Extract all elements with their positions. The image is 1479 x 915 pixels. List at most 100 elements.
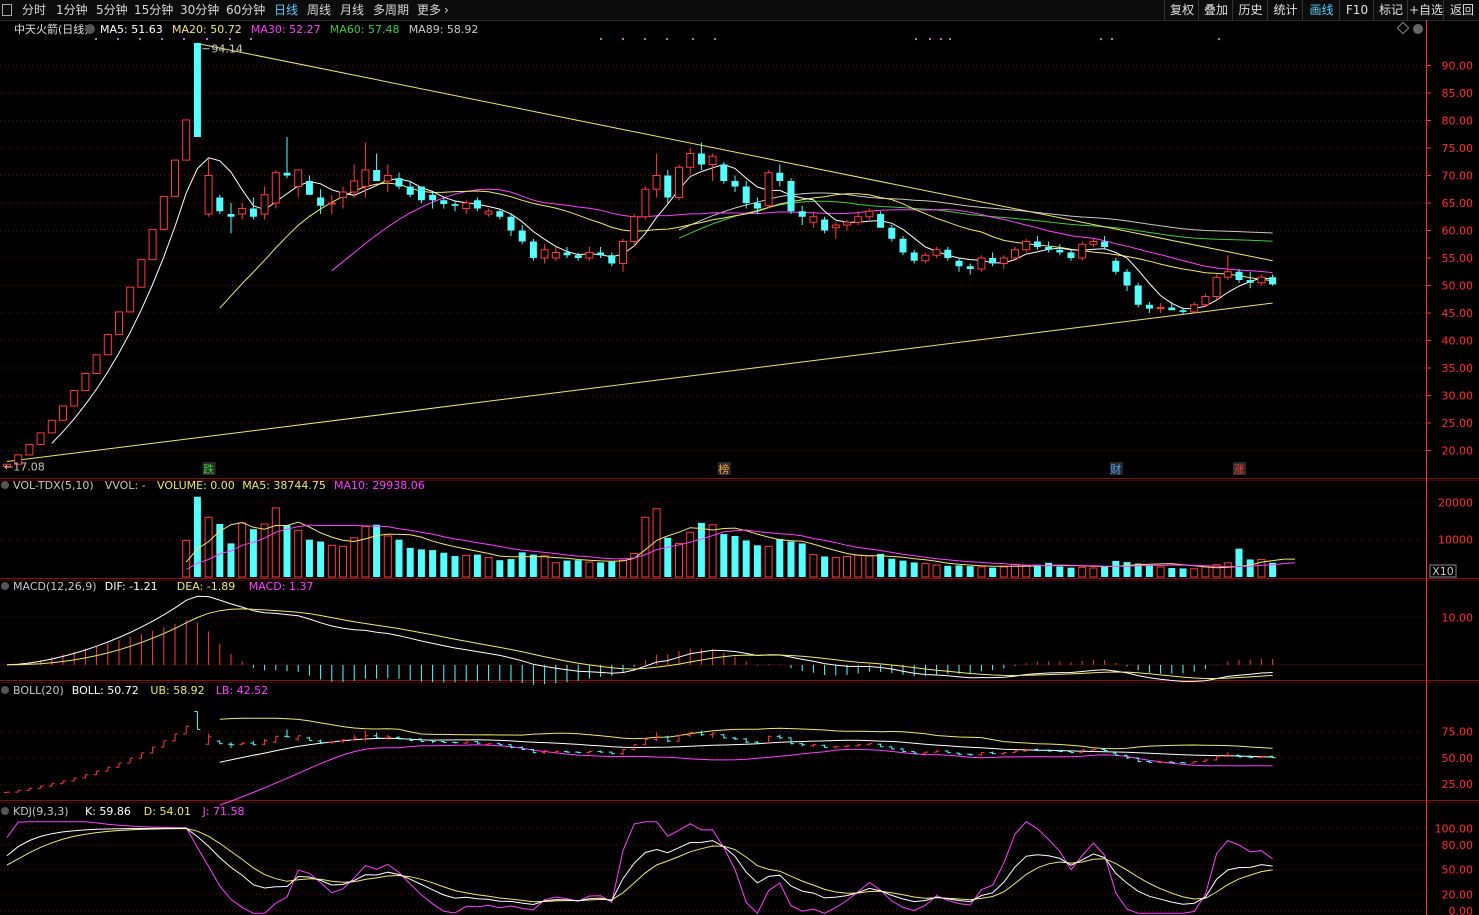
candle-body — [910, 252, 918, 261]
y-tick-label: 20.00 — [1442, 888, 1474, 901]
indicator-legend: VOLUME: 0.00 — [157, 479, 235, 492]
volume-bar — [496, 560, 504, 577]
candle-body — [193, 42, 201, 138]
candle-body — [25, 443, 34, 456]
dropdown-icon — [1, 582, 9, 590]
ma-legend: MA20: 50.72 — [172, 23, 242, 36]
volume-bar — [753, 545, 761, 577]
kdj-j-line — [6, 821, 1273, 915]
dropdown-icon — [85, 24, 95, 34]
volume-bar — [563, 560, 571, 577]
candle-body — [1045, 247, 1053, 250]
info-dot — [940, 38, 942, 40]
indicator-legend: VOL-TDX(5,10) — [13, 479, 94, 492]
volume-bar — [383, 535, 392, 578]
volume-bar — [798, 543, 806, 577]
candle-body — [440, 200, 448, 205]
candle-body — [1201, 296, 1210, 306]
candle-body — [686, 153, 695, 168]
candle-body — [1033, 241, 1041, 247]
volume-bar — [484, 557, 493, 578]
candle-body — [429, 194, 437, 201]
unit-label: X10 — [1432, 565, 1454, 578]
candle-body — [619, 241, 627, 264]
volume-bar — [429, 550, 437, 577]
candle-body — [317, 197, 325, 206]
candle-body — [148, 228, 157, 261]
indicator-legend: VVOL: - — [105, 479, 146, 492]
candle-body — [1078, 243, 1087, 259]
y-tick-label: 65.00 — [1442, 197, 1474, 210]
candle-body — [776, 172, 784, 181]
volume-bar — [1078, 566, 1087, 578]
volume-bar — [1123, 562, 1131, 577]
volume-bar — [1246, 559, 1254, 577]
volume-bar — [1033, 564, 1041, 577]
candle-body — [1067, 252, 1075, 258]
volume-bar — [708, 524, 717, 578]
volume-bar — [440, 552, 448, 577]
candle-body — [630, 216, 639, 242]
ma5-line — [51, 157, 1273, 444]
y-tick-label: 80.00 — [1442, 115, 1474, 128]
y-tick-label: 90.00 — [1442, 60, 1474, 73]
volume-bar — [831, 557, 840, 578]
candle-body — [406, 186, 414, 195]
indicator-legend: BOLL(20) — [13, 684, 64, 697]
volume-bar — [216, 523, 224, 577]
candle-body — [966, 266, 974, 269]
candle-body — [227, 214, 235, 217]
volume-bar — [406, 547, 414, 577]
event-marker: 财 — [1110, 462, 1121, 476]
volume-bar — [1201, 566, 1210, 578]
candle-body — [899, 238, 907, 253]
candle-body — [787, 181, 795, 212]
dropdown-icon — [1, 807, 9, 815]
y-tick-label: 80.00 — [1442, 839, 1474, 852]
volume-bar — [1067, 567, 1075, 577]
indicator-legend: LB: 42.52 — [216, 684, 268, 697]
candle-body — [529, 241, 537, 258]
volume-bar — [865, 555, 874, 578]
y-tick-label: 40.00 — [1442, 335, 1474, 348]
candle-body — [451, 204, 459, 206]
volume-bar — [597, 562, 605, 577]
y-tick-label: 0.00 — [1449, 905, 1474, 915]
indicator-legend: MACD(12,26,9) — [13, 580, 97, 593]
info-dot — [250, 38, 252, 40]
candle-body — [798, 211, 806, 217]
volume-bar — [1089, 567, 1098, 578]
info-dot — [915, 38, 917, 40]
ma-legend: MA89: 58.92 — [409, 23, 479, 36]
y-tick-label: 50.00 — [1442, 752, 1474, 765]
candle-body — [507, 216, 515, 231]
info-dot — [644, 38, 646, 40]
volume-bar — [1145, 565, 1153, 577]
candle-body — [70, 390, 79, 407]
candle-body — [764, 172, 773, 207]
candle-body — [877, 214, 885, 228]
volume-bar — [339, 545, 347, 578]
info-dot — [95, 38, 97, 40]
candle-body — [652, 175, 661, 190]
volume-bar — [260, 523, 269, 578]
info-dot — [229, 38, 231, 40]
volume-bar — [675, 542, 683, 578]
y-tick-label: 25.00 — [1442, 778, 1474, 791]
candle-body — [36, 432, 45, 445]
candle-body — [989, 258, 997, 264]
y-tick-label: 10000 — [1438, 534, 1473, 547]
volume-bar — [529, 554, 537, 577]
indicator-legend: MA5: 38744.75 — [242, 479, 326, 492]
info-dot — [1111, 38, 1113, 40]
event-marker: 涨 — [1234, 463, 1245, 476]
candle-body — [1101, 241, 1109, 247]
candle-body — [574, 255, 582, 258]
indicator-legend: J: 71.58 — [202, 805, 245, 818]
y-tick-label: 25.00 — [1442, 417, 1474, 430]
volume-bar — [697, 522, 705, 577]
candle-body — [249, 208, 257, 217]
volume-bar — [417, 549, 425, 577]
candle-body — [339, 191, 347, 198]
volume-bar — [877, 553, 885, 577]
